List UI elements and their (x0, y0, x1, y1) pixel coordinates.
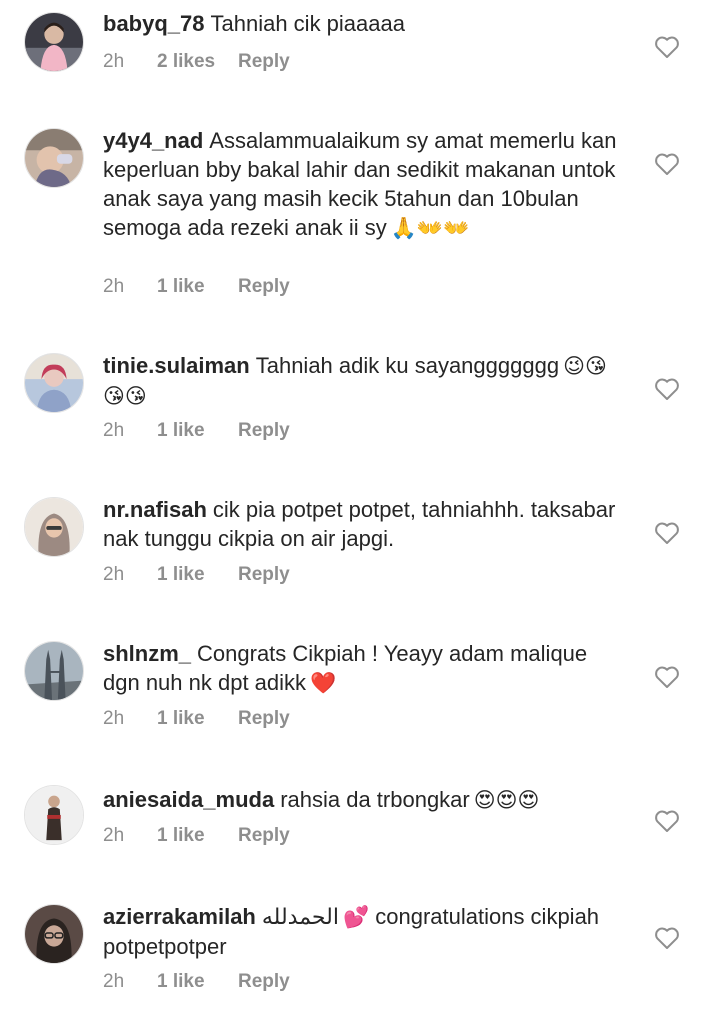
avatar[interactable] (24, 497, 84, 557)
heart-icon[interactable] (654, 809, 680, 833)
comment-meta: 2h 2 likes Reply (103, 51, 290, 73)
avatar[interactable] (24, 128, 84, 188)
comment-meta: 2h 1 like Reply (103, 420, 290, 442)
heart-emoji: ❤️ (310, 671, 337, 695)
comment-body: الحمدلله (261, 904, 339, 929)
comment-text: aniesaida_muda rahsia da trbongkar 😍😍😍 (103, 785, 623, 815)
heart-icon[interactable] (654, 152, 680, 176)
username[interactable]: nr.nafisah (103, 497, 207, 522)
likes-count[interactable]: 1 like (157, 825, 238, 847)
comment-text: azierrakamilah الحمدلله 💕 congratulations … (103, 902, 623, 961)
reply-button[interactable]: Reply (238, 708, 290, 730)
likes-count[interactable]: 1 like (157, 420, 238, 442)
emoji-group: 😍😍😍 (473, 788, 540, 812)
comment-meta: 2h 1 like Reply (103, 708, 290, 730)
timestamp: 2h (103, 825, 125, 846)
reply-button[interactable]: Reply (238, 420, 290, 442)
comment-text: tinie.sulaiman Tahniah adik ku sayanggggg… (103, 351, 623, 411)
reply-button[interactable]: Reply (238, 564, 290, 586)
likes-count[interactable]: 1 like (157, 564, 238, 586)
avatar[interactable] (24, 641, 84, 701)
heart-icon[interactable] (654, 377, 680, 401)
comment-text: y4y4_nad Assalammualaikum sy amat memerlu… (103, 126, 623, 243)
avatar[interactable] (24, 12, 84, 72)
comment-meta: 2h 1 like Reply (103, 971, 290, 993)
comment-body: Tahniah adik ku sayanggggggg (255, 353, 560, 378)
likes-count[interactable]: 1 like (157, 971, 238, 993)
comment-body: Tahniah cik piaaaaa (210, 11, 405, 36)
heart-icon[interactable] (654, 521, 680, 545)
likes-count[interactable]: 1 like (157, 708, 238, 730)
timestamp: 2h (103, 708, 125, 729)
comment-meta: 2h 1 like Reply (103, 825, 290, 847)
avatar[interactable] (24, 904, 84, 964)
username[interactable]: tinie.sulaiman (103, 353, 250, 378)
heart-icon[interactable] (654, 926, 680, 950)
username[interactable]: shlnzm_ (103, 641, 191, 666)
timestamp: 2h (103, 420, 125, 441)
hearts-emoji: 💕 (342, 905, 370, 929)
timestamp: 2h (103, 971, 125, 992)
avatar[interactable] (24, 785, 84, 845)
likes-count[interactable]: 2 likes (157, 51, 238, 73)
comment-text: babyq_78 Tahniah cik piaaaaa (103, 9, 623, 38)
heart-icon[interactable] (654, 35, 680, 59)
reply-button[interactable]: Reply (238, 51, 290, 73)
comment-meta: 2h 1 like Reply (103, 276, 290, 298)
reply-button[interactable]: Reply (238, 825, 290, 847)
timestamp: 2h (103, 564, 125, 585)
comment-body: rahsia da trbongkar (280, 787, 470, 812)
comment-text: nr.nafisah cik pia potpet potpet, tahniah… (103, 495, 623, 553)
reply-button[interactable]: Reply (238, 276, 290, 298)
timestamp: 2h (103, 51, 125, 72)
username[interactable]: babyq_78 (103, 11, 205, 36)
comment-text: shlnzm_ Congrats Cikpiah ! Yeayy adam mal… (103, 639, 623, 698)
avatar[interactable] (24, 353, 84, 413)
emoji-group: 🙏👐👐 (390, 216, 470, 240)
likes-count[interactable]: 1 like (157, 276, 238, 298)
comment-meta: 2h 1 like Reply (103, 564, 290, 586)
reply-button[interactable]: Reply (238, 971, 290, 993)
username[interactable]: y4y4_nad (103, 128, 203, 153)
username[interactable]: aniesaida_muda (103, 787, 274, 812)
heart-icon[interactable] (654, 665, 680, 689)
username[interactable]: azierrakamilah (103, 904, 256, 929)
timestamp: 2h (103, 276, 125, 297)
